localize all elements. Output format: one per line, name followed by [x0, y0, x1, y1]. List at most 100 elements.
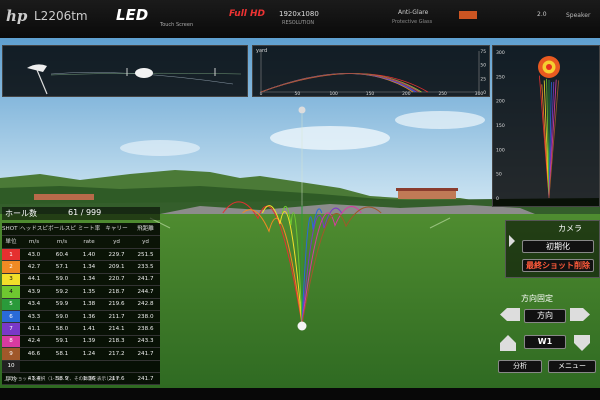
cloud [270, 126, 390, 150]
speakers-label: Speaker [566, 12, 591, 19]
unit-cell: yd [102, 235, 131, 249]
resolution-caption: RESOLUTION [282, 20, 315, 26]
height-chart-x-tick: 150 [366, 91, 375, 96]
shot-ball: 59.0 [48, 273, 76, 287]
touch-screen-label: Touch Screen [160, 22, 194, 28]
table-row[interactable]: 2 42.7 57.1 1.34 209.1 233.5 [2, 260, 160, 274]
dispersion-y-tick: 250 [496, 74, 505, 80]
shot-rate: 1.38 [76, 298, 102, 311]
shot-ball: 59.2 [48, 285, 76, 299]
camera-arrow-icon[interactable] [509, 235, 515, 247]
reset-button[interactable]: 初期化 [522, 240, 594, 253]
shot-total: 243.3 [131, 335, 160, 349]
shot-rate: 1.35 [76, 285, 102, 299]
shot-rate: 1.34 [76, 273, 102, 287]
shot-carry: 218.7 [102, 285, 131, 299]
table-row[interactable]: 5 43.4 59.9 1.38 219.6 242.8 [2, 298, 160, 311]
shot-carry: 211.7 [102, 310, 131, 324]
shot-head: 44.1 [20, 273, 48, 287]
height-arc-2 [260, 73, 414, 93]
shot-number[interactable]: 1 [2, 248, 20, 262]
lodge-right [398, 191, 456, 199]
height-arc-7 [260, 73, 417, 93]
hole-counter-value: 61 / 999 [68, 208, 102, 217]
unit-cell: m/s [48, 235, 76, 249]
analysis-button[interactable]: 分析 [498, 360, 542, 373]
shot-number[interactable]: 8 [2, 335, 20, 349]
col-header: ボールスピード [48, 223, 76, 236]
shot-rate: 1.24 [76, 347, 102, 361]
dispersion-y-tick: 0 [496, 196, 499, 202]
trajectory-side-view [2, 45, 248, 97]
table-row[interactable]: 1 43.0 60.4 1.40 229.7 251.5 [2, 248, 160, 262]
dispersion-y-tick: 100 [496, 147, 505, 153]
shot-total: 244.7 [131, 285, 160, 299]
shot-ball: 58.0 [48, 322, 76, 336]
col-header: SHOT NO [2, 223, 20, 236]
shot-number[interactable]: 6 [2, 310, 20, 324]
monitor-bottom-bezel [0, 388, 600, 400]
shot-total: 238.6 [131, 322, 160, 336]
col-header: ミート率 [76, 223, 102, 236]
unit-cell: rate [76, 235, 102, 249]
height-chart-panel: yard 0 50 100 150 200 250 300 75 50 25 0 [252, 45, 490, 97]
ball-impact-icon [135, 68, 153, 78]
shot-rate: 1.39 [76, 335, 102, 349]
table-row[interactable]: 10 [2, 360, 160, 373]
club-select-button[interactable]: W1 [524, 335, 566, 349]
shot-ball: 59.0 [48, 310, 76, 324]
led-label: LED [116, 6, 149, 24]
shot-number[interactable]: 3 [2, 273, 20, 287]
shot-number[interactable]: 7 [2, 322, 20, 336]
shot-number[interactable]: 2 [2, 260, 20, 274]
table-row[interactable]: 7 41.1 58.0 1.41 214.1 238.6 [2, 322, 160, 336]
shot-total: 241.7 [131, 347, 160, 361]
delete-last-shot-button[interactable]: 最終ショット削除 [522, 259, 594, 272]
shot-total: 233.5 [131, 260, 160, 274]
table-row[interactable]: 4 43.9 59.2 1.35 218.7 244.7 [2, 285, 160, 299]
dispersion-y-tick: 200 [496, 99, 505, 105]
height-chart-x-tick: 200 [402, 91, 411, 96]
height-chart-x-tick: 300 [475, 91, 484, 96]
table-row[interactable]: 6 43.3 59.0 1.36 211.7 238.0 [2, 310, 160, 324]
shot-ball: 60.4 [48, 248, 76, 262]
direction-fixed-label: 方向固定 [521, 294, 553, 303]
shot-number[interactable]: 10 [2, 360, 20, 373]
menu-button[interactable]: メニュー [548, 360, 596, 373]
unit-cell: 単位 [2, 235, 20, 249]
shot-head: 43.0 [20, 248, 48, 262]
side-view-svg [27, 64, 242, 95]
dispersion-y-tick: 300 [496, 50, 505, 56]
height-chart-y-tick: 0 [483, 90, 486, 96]
monitor-bezel: hp L2206tm LED Touch Screen Full HD 1920… [0, 0, 600, 38]
height-chart-y-tick: 25 [480, 76, 486, 82]
shot-number[interactable]: 9 [2, 347, 20, 361]
height-chart-x-tick: 50 [295, 91, 301, 96]
average-total: 241.7 [131, 372, 160, 386]
shot-head: 42.7 [20, 260, 48, 274]
brand-logo: hp [6, 7, 28, 25]
shot-rate: 1.34 [76, 260, 102, 274]
shot-carry: 218.3 [102, 335, 131, 349]
camera-label: カメラ [558, 224, 582, 233]
col-header: キャリー [102, 223, 131, 236]
height-arc-6 [260, 73, 416, 93]
shot-carry: 220.7 [102, 273, 131, 287]
table-row[interactable]: 8 42.4 59.1 1.39 218.3 243.3 [2, 335, 160, 349]
dispersion-chart-panel: 300 250 200 150 100 50 0 [492, 45, 600, 207]
shot-stats-table: SHOT NO ヘッドスピード ボールスピード ミート率 キャリー 飛距離 単位… [2, 223, 160, 386]
shot-total: 238.0 [131, 310, 160, 324]
shot-ball: 57.1 [48, 260, 76, 274]
table-row[interactable]: 9 46.6 58.1 1.24 217.2 241.7 [2, 347, 160, 361]
col-header: 飛距離 [131, 223, 160, 236]
direction-button[interactable]: 方向 [524, 309, 566, 323]
shot-carry: 209.1 [102, 260, 131, 274]
hole-counter: ホール数 61 / 999 [2, 207, 160, 220]
col-header: ヘッドスピード [20, 223, 48, 236]
shot-number[interactable]: 5 [2, 298, 20, 311]
shot-head: 43.4 [20, 298, 48, 311]
shot-number[interactable]: 4 [2, 285, 20, 299]
table-row[interactable]: 3 44.1 59.0 1.34 220.7 241.7 [2, 273, 160, 287]
height-chart-y-label: yard [256, 48, 267, 54]
ball-flight-apex [298, 106, 306, 114]
